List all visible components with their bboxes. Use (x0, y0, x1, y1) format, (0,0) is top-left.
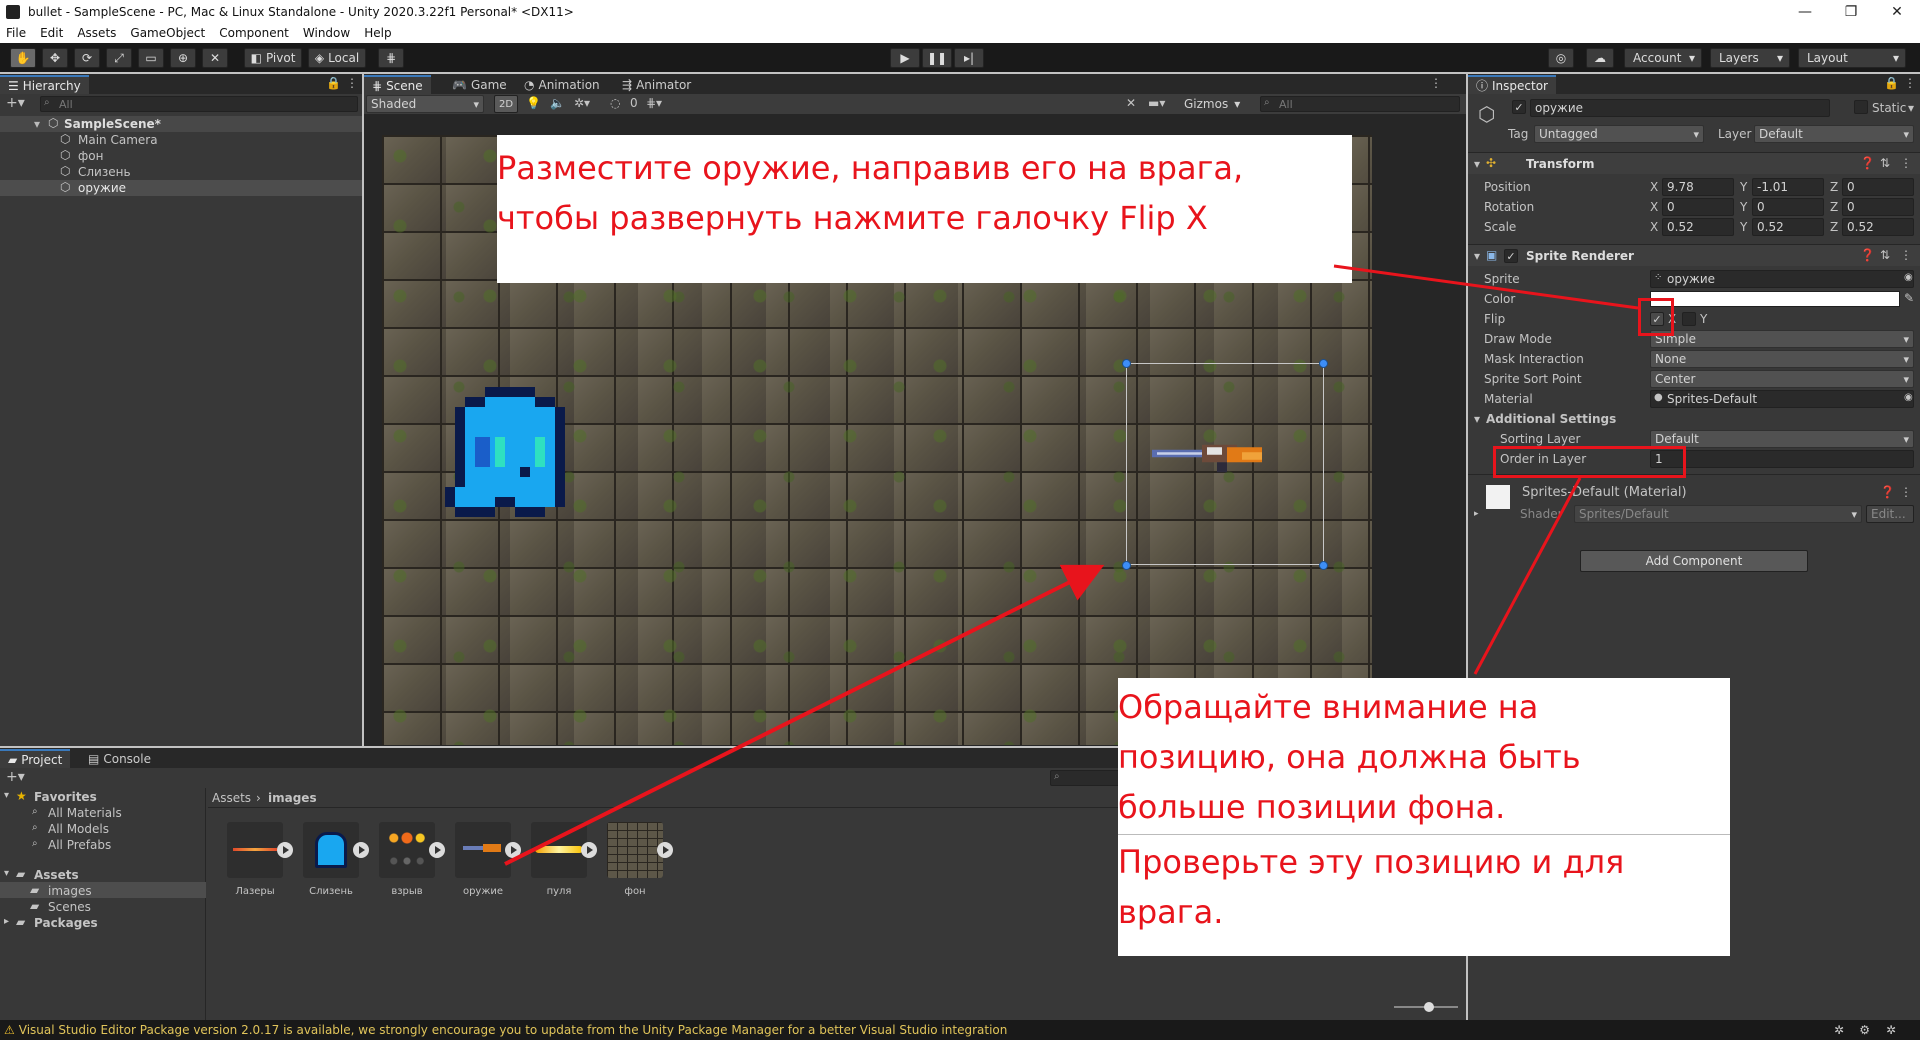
annotation-arrows (504, 264, 1639, 866)
arrow-to-order (1473, 477, 1582, 675)
arrow-to-flip (1333, 264, 1639, 310)
arrow-to-weapon (504, 564, 1105, 866)
